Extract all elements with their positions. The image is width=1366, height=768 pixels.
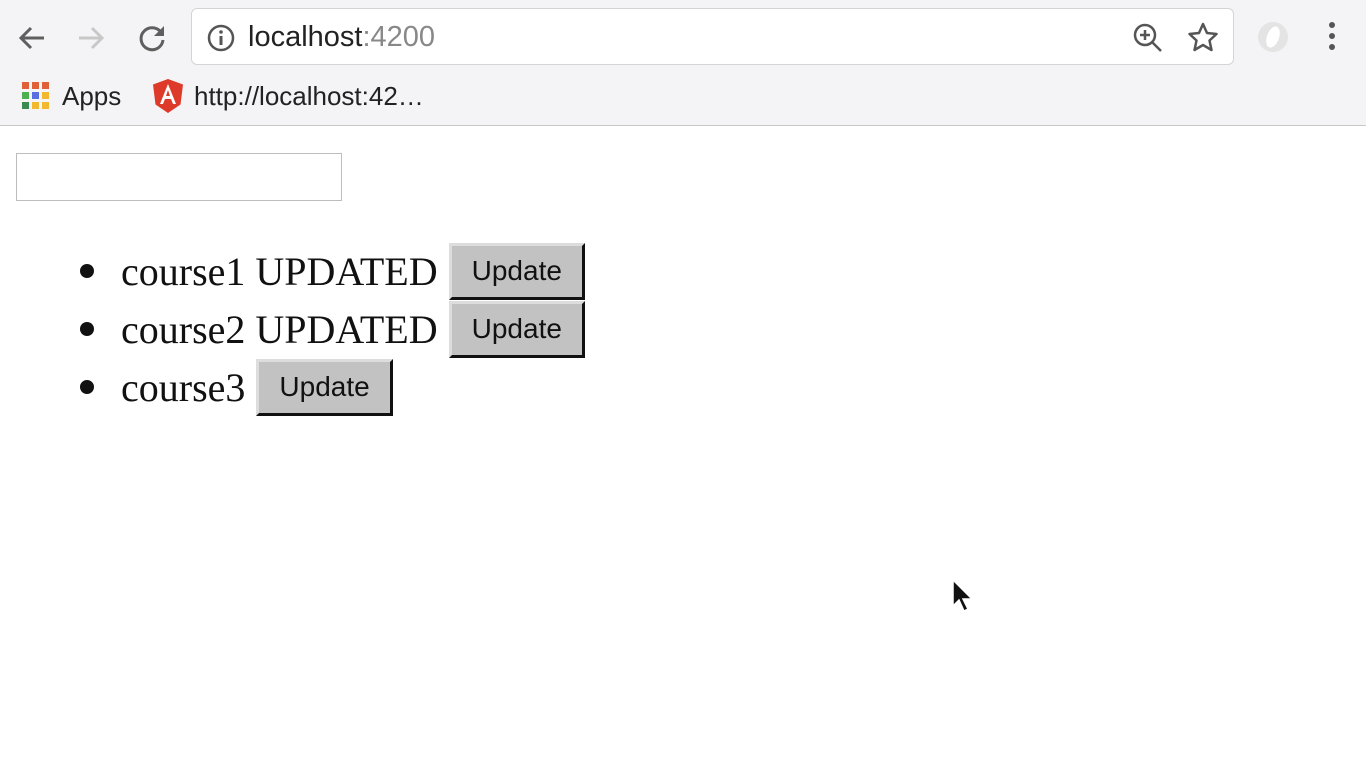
url-host: localhost [248,21,363,53]
list-item: course2 UPDATED Update [0,300,585,358]
course-name: course1 UPDATED [121,248,438,294]
url-port: :4200 [362,21,436,53]
bullet-icon [80,322,94,336]
url-text[interactable]: localhost:4200 [248,21,435,54]
address-bar[interactable]: localhost:4200 [191,8,1234,65]
angular-icon [153,79,183,113]
bullet-icon [80,264,94,278]
update-button[interactable]: Update [448,242,585,300]
extension-icon[interactable] [1256,20,1290,54]
forward-button[interactable] [71,18,111,58]
bookmark-label: http://localhost:42… [194,80,424,111]
course-name: course2 UPDATED [121,306,438,352]
list-item: course3 Update [0,358,585,416]
menu-kebab-icon[interactable] [1324,20,1340,52]
zoom-icon[interactable] [1132,22,1164,54]
bookmark-localhost[interactable]: http://localhost:42… [152,78,424,114]
reload-icon [139,26,165,52]
course-name: course3 [121,364,246,410]
browser-toolbar: localhost:4200 Apps http://localhost:42… [0,0,1366,126]
info-icon [207,24,235,52]
mouse-cursor-icon [952,578,974,613]
bookmark-apps[interactable]: Apps [20,78,121,114]
back-button[interactable] [12,18,52,58]
arrow-right-icon [79,26,105,50]
course-list: course1 UPDATED Update course2 UPDATED Upd… [0,242,585,416]
bookmark-label: Apps [62,80,122,111]
reload-button[interactable] [132,18,172,58]
apps-grid-icon [22,82,49,109]
course-input[interactable] [16,153,342,201]
update-button[interactable]: Update [256,358,393,416]
star-icon[interactable] [1187,21,1219,53]
list-item: course1 UPDATED Update [0,242,585,300]
arrow-left-icon [18,26,44,50]
update-button[interactable]: Update [448,300,585,358]
bullet-icon [80,380,94,394]
